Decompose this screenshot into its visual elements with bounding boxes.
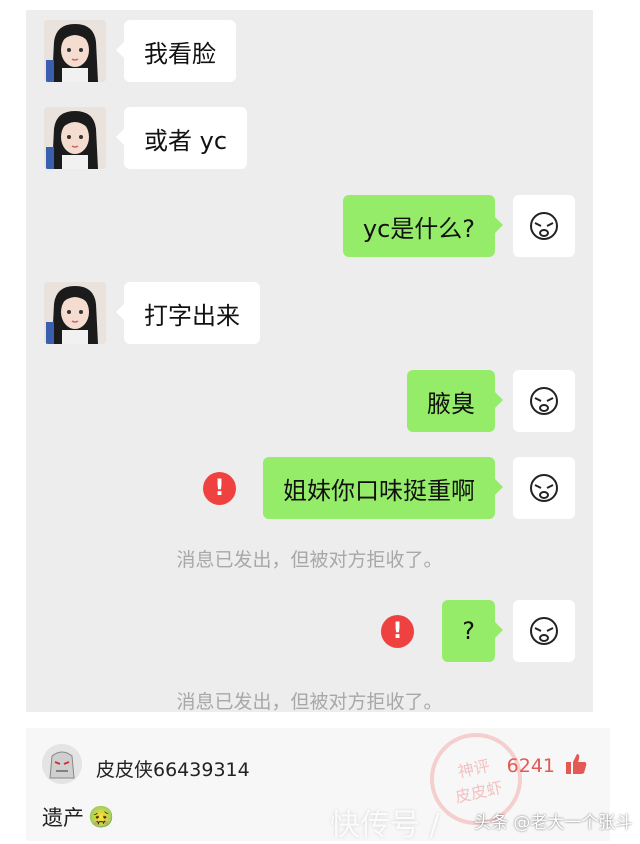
watermark-author: 头条 @老大一个张斗 [474, 813, 633, 833]
system-notice: 消息已发出，但被对方拒收了。 [176, 691, 443, 713]
send-failed-icon[interactable]: ! [381, 615, 414, 648]
girl-avatar-icon [44, 282, 106, 344]
commenter-name[interactable]: 皮皮侠66439314 [96, 755, 250, 782]
self-avatar[interactable] [513, 600, 575, 662]
self-avatar[interactable] [513, 195, 575, 257]
self-avatar[interactable] [513, 370, 575, 432]
send-failed-icon[interactable]: ! [203, 472, 236, 505]
doodle-face-icon [530, 617, 558, 645]
girl-avatar-icon [44, 20, 106, 82]
message-bubble-sent: 姐妹你口味挺重啊 [263, 457, 503, 519]
contact-avatar[interactable] [44, 20, 106, 82]
comment-body: 遗产 [42, 806, 84, 830]
doodle-face-icon [530, 474, 558, 502]
like-count: 6241 [506, 755, 555, 777]
message-bubble: 打字出来 [116, 282, 260, 344]
system-notice: 消息已发出，但被对方拒收了。 [176, 549, 443, 571]
message-bubble-sent: ? [442, 600, 503, 662]
contact-avatar[interactable] [44, 282, 106, 344]
message-bubble: 我看脸 [116, 20, 236, 82]
mask-avatar-icon [42, 744, 82, 784]
self-avatar[interactable] [513, 457, 575, 519]
girl-avatar-icon [44, 107, 106, 169]
message-bubble-sent: yc是什么? [342, 195, 504, 257]
like-button[interactable] [564, 752, 588, 780]
commenter-avatar[interactable] [42, 744, 82, 784]
comment-text: 遗产 🤢 [42, 802, 114, 832]
watermark: 快传号 / [330, 808, 440, 843]
nauseated-face-emoji: 🤢 [88, 804, 115, 829]
contact-avatar[interactable] [44, 107, 106, 169]
doodle-face-icon [530, 387, 558, 415]
message-bubble: 或者 yc [115, 107, 248, 169]
thumbs-up-icon [566, 754, 587, 774]
doodle-face-icon [530, 212, 558, 240]
chat-panel: 我看脸 或者 yc yc是什么? 打字出来 腋臭 ! 姐妹你口味挺重啊 消息已发… [26, 10, 593, 713]
message-bubble-sent: 腋臭 [407, 370, 503, 432]
